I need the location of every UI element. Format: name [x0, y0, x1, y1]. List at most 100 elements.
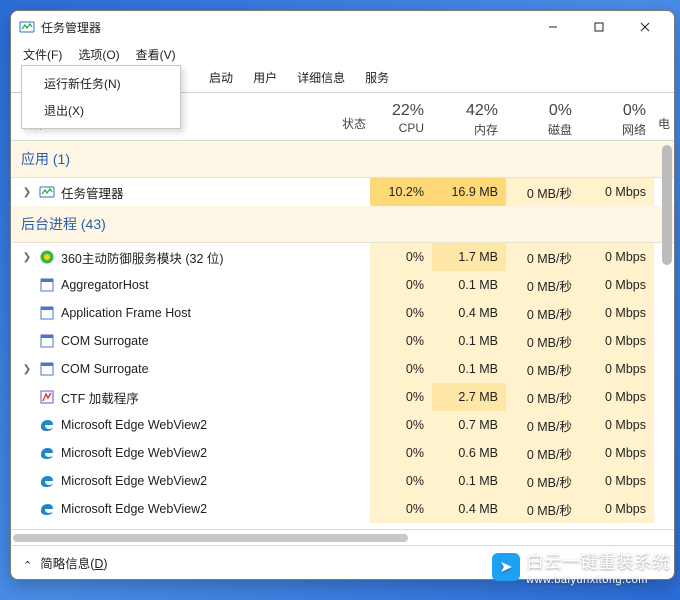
- tab-services[interactable]: 服务: [355, 64, 399, 92]
- col-memory[interactable]: 42% 内存: [432, 99, 506, 144]
- process-icon: [39, 473, 55, 489]
- tab-details[interactable]: 详细信息: [287, 64, 355, 92]
- disk-cell: 0 MB/秒: [506, 439, 580, 467]
- process-name: Microsoft Edge WebView2: [61, 474, 207, 488]
- cpu-cell: 0%: [370, 383, 432, 411]
- col-power[interactable]: 电: [654, 99, 674, 136]
- disk-cell: 0 MB/秒: [506, 243, 580, 271]
- titlebar: 任务管理器: [11, 11, 674, 43]
- col-cpu[interactable]: 22% CPU: [370, 99, 432, 141]
- process-icon: [39, 501, 55, 517]
- memory-cell: 0.1 MB: [432, 271, 506, 299]
- process-row[interactable]: COM Surrogate 0%0.1 MB0 MB/秒0 Mbps: [11, 327, 674, 355]
- col-status[interactable]: 状态: [310, 99, 370, 136]
- file-menu-dropdown: 运行新任务(N) 退出(X): [21, 65, 181, 129]
- menu-file[interactable]: 文件(F): [17, 44, 68, 65]
- process-icon: [39, 361, 55, 377]
- network-cell: 0 Mbps: [580, 243, 654, 271]
- memory-cell: 16.9 MB: [432, 178, 506, 206]
- horizontal-scrollbar[interactable]: [11, 529, 674, 545]
- chevron-up-icon: [23, 556, 32, 570]
- task-manager-window: 任务管理器 文件(F) 选项(O) 查看(V) 运行新任务(N) 退出(X) 进…: [10, 10, 675, 580]
- process-row[interactable]: Application Frame Host0%0.4 MB0 MB/秒0 Mb…: [11, 299, 674, 327]
- process-row[interactable]: CTF 加载程序 0%2.7 MB0 MB/秒0 Mbps: [11, 383, 674, 411]
- disk-cell: 0 MB/秒: [506, 467, 580, 495]
- disk-cell: 0 MB/秒: [506, 495, 580, 523]
- expand-chevron-icon[interactable]: ❯: [21, 364, 33, 375]
- close-button[interactable]: [622, 12, 668, 42]
- network-cell: 0 Mbps: [580, 439, 654, 467]
- memory-cell: 1.7 MB: [432, 243, 506, 271]
- process-list[interactable]: 应用 (1)❯任务管理器10.2%16.9 MB0 MB/秒0 Mbps后台进程…: [11, 141, 674, 529]
- menu-exit[interactable]: 退出(X): [22, 97, 180, 124]
- disk-cell: 0 MB/秒: [506, 271, 580, 299]
- expand-chevron-icon[interactable]: ❯: [21, 187, 33, 198]
- col-disk[interactable]: 0% 磁盘: [506, 99, 580, 144]
- network-cell: 0 Mbps: [580, 495, 654, 523]
- expand-chevron-icon[interactable]: ❯: [21, 252, 33, 263]
- cpu-cell: 0%: [370, 299, 432, 327]
- memory-cell: 0.4 MB: [432, 495, 506, 523]
- minimize-button[interactable]: [530, 12, 576, 42]
- process-row[interactable]: Microsoft Edge WebView20%0.1 MB0 MB/秒0 M…: [11, 467, 674, 495]
- memory-cell: 0.6 MB: [432, 439, 506, 467]
- maximize-button[interactable]: [576, 12, 622, 42]
- window-title: 任务管理器: [41, 19, 101, 36]
- network-cell: 0 Mbps: [580, 411, 654, 439]
- process-name: Microsoft Edge WebView2: [61, 446, 207, 460]
- col-network[interactable]: 0% 网络: [580, 99, 654, 144]
- process-icon: [39, 305, 55, 321]
- cpu-cell: 0%: [370, 467, 432, 495]
- network-cell: 0 Mbps: [580, 355, 654, 383]
- menubar: 文件(F) 选项(O) 查看(V) 运行新任务(N) 退出(X): [11, 43, 674, 65]
- menu-options[interactable]: 选项(O): [72, 44, 125, 65]
- process-name: Microsoft Edge WebView2: [61, 502, 207, 516]
- vertical-scrollbar[interactable]: [660, 141, 674, 529]
- statusbar: 简略信息(D): [11, 545, 674, 579]
- process-name: 360主动防御服务模块 (32 位): [61, 248, 224, 267]
- menu-view[interactable]: 查看(V): [130, 44, 182, 65]
- process-name: AggregatorHost: [61, 278, 149, 292]
- process-icon: [39, 249, 55, 265]
- process-row[interactable]: ❯任务管理器10.2%16.9 MB0 MB/秒0 Mbps: [11, 178, 674, 206]
- process-name: 任务管理器: [61, 183, 124, 202]
- memory-cell: 0.1 MB: [432, 327, 506, 355]
- cpu-cell: 0%: [370, 495, 432, 523]
- memory-cell: 0.1 MB: [432, 355, 506, 383]
- menu-run-new-task[interactable]: 运行新任务(N): [22, 70, 180, 97]
- cpu-cell: 0%: [370, 439, 432, 467]
- process-name: Microsoft Edge WebView2: [61, 418, 207, 432]
- disk-cell: 0 MB/秒: [506, 178, 580, 206]
- tab-users[interactable]: 用户: [243, 64, 287, 92]
- process-row[interactable]: ❯COM Surrogate0%0.1 MB0 MB/秒0 Mbps: [11, 355, 674, 383]
- network-cell: 0 Mbps: [580, 299, 654, 327]
- process-row[interactable]: ❯ 360主动防御服务模块 (32 位) 0%1.7 MB0 MB/秒0 Mbps: [11, 243, 674, 271]
- process-name: COM Surrogate: [61, 334, 149, 348]
- memory-cell: 2.7 MB: [432, 383, 506, 411]
- process-icon: [39, 445, 55, 461]
- process-icon: [39, 417, 55, 433]
- process-icon: [39, 333, 55, 349]
- brief-info-toggle[interactable]: 简略信息(D): [40, 553, 107, 572]
- network-cell: 0 Mbps: [580, 383, 654, 411]
- network-cell: 0 Mbps: [580, 271, 654, 299]
- cpu-cell: 0%: [370, 355, 432, 383]
- process-icon: [39, 389, 55, 405]
- disk-cell: 0 MB/秒: [506, 299, 580, 327]
- memory-cell: 0.7 MB: [432, 411, 506, 439]
- tab-startup[interactable]: 启动: [199, 64, 243, 92]
- network-cell: 0 Mbps: [580, 327, 654, 355]
- disk-cell: 0 MB/秒: [506, 355, 580, 383]
- process-name: CTF 加载程序: [61, 388, 139, 407]
- process-icon: [39, 277, 55, 293]
- section-apps: 应用 (1): [11, 141, 674, 178]
- disk-cell: 0 MB/秒: [506, 383, 580, 411]
- cpu-cell: 0%: [370, 327, 432, 355]
- disk-cell: 0 MB/秒: [506, 327, 580, 355]
- cpu-cell: 10.2%: [370, 178, 432, 206]
- cpu-cell: 0%: [370, 243, 432, 271]
- process-row[interactable]: AggregatorHost0%0.1 MB0 MB/秒0 Mbps: [11, 271, 674, 299]
- process-row[interactable]: Microsoft Edge WebView2 0%0.6 MB0 MB/秒0 M…: [11, 439, 674, 467]
- process-row[interactable]: Microsoft Edge WebView20%0.7 MB0 MB/秒0 M…: [11, 411, 674, 439]
- process-row[interactable]: Microsoft Edge WebView2 0%0.4 MB0 MB/秒0 M…: [11, 495, 674, 523]
